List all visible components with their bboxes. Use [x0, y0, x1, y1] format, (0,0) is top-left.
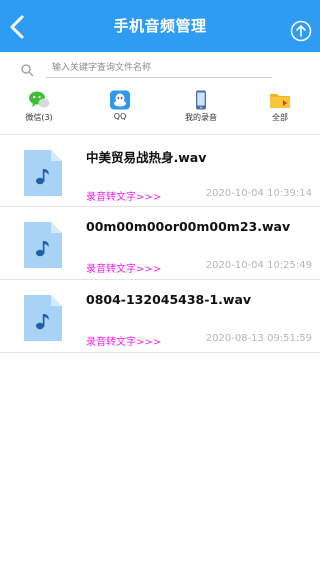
category-qq[interactable]: QQ: [90, 86, 150, 126]
file-name: 00m00m00or00m00m23.wav: [86, 219, 291, 234]
category-label: QQ: [113, 112, 127, 121]
file-list: 中美贸易战热身.wav 录音转文字>>> 2020-10-04 10:39:14…: [0, 134, 320, 353]
page-title: 手机音频管理: [113, 17, 207, 35]
category-bar: 微信(3) QQ 我的录音 全部: [0, 86, 320, 126]
file-name: 中美贸易战热身.wav: [86, 150, 207, 165]
audio-file-icon: [24, 150, 62, 196]
file-timestamp: 2020-10-04 10:25:49: [205, 260, 312, 271]
upload-circle-icon[interactable]: [290, 20, 312, 42]
file-row[interactable]: 0804-132045438-1.wav 录音转文字>>> 2020-08-13…: [0, 280, 320, 353]
search-icon: [21, 64, 34, 77]
audio-file-icon: [24, 222, 62, 268]
qq-icon: [110, 90, 130, 110]
category-wechat[interactable]: 微信(3): [9, 86, 69, 126]
file-timestamp: 2020-10-04 10:39:14: [205, 188, 312, 199]
search-bar: [0, 55, 320, 81]
convert-to-text-link[interactable]: 录音转文字>>>: [86, 333, 161, 348]
app-header: 手机音频管理: [0, 0, 320, 52]
phone-icon: [196, 90, 206, 110]
category-my-recordings[interactable]: 我的录音: [171, 86, 231, 126]
file-row[interactable]: 00m00m00or00m00m23.wav 录音转文字>>> 2020-10-…: [0, 207, 320, 280]
category-all[interactable]: 全部: [250, 86, 310, 126]
convert-to-text-link[interactable]: 录音转文字>>>: [86, 188, 161, 203]
folder-icon: [270, 94, 290, 108]
file-row[interactable]: 中美贸易战热身.wav 录音转文字>>> 2020-10-04 10:39:14: [0, 134, 320, 207]
search-input[interactable]: [46, 58, 272, 78]
audio-file-icon: [24, 295, 62, 341]
category-label: 全部: [272, 113, 288, 122]
category-label: 微信(3): [25, 113, 53, 122]
wechat-icon: [29, 91, 50, 108]
convert-to-text-link[interactable]: 录音转文字>>>: [86, 260, 161, 275]
file-timestamp: 2020-08-13 09:51:59: [205, 333, 312, 344]
category-label: 我的录音: [185, 113, 217, 122]
file-name: 0804-132045438-1.wav: [86, 292, 252, 307]
